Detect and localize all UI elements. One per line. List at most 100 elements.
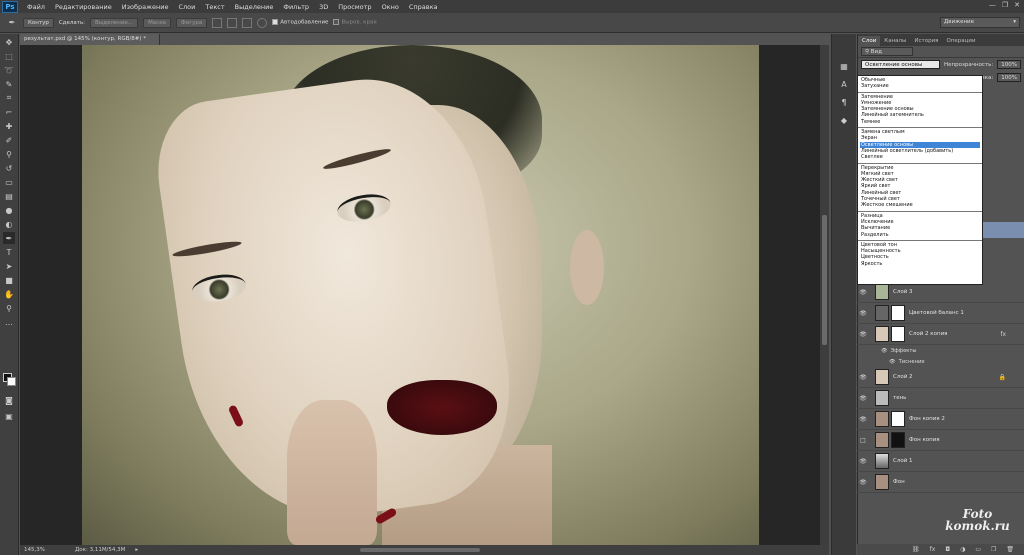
gear-icon[interactable] bbox=[257, 17, 268, 28]
canvas-area[interactable] bbox=[20, 45, 820, 545]
layer-name[interactable]: Слой 2 bbox=[893, 374, 913, 380]
blend-option[interactable]: Затухание bbox=[860, 83, 980, 89]
workspace-select[interactable]: Движение ▾ bbox=[940, 17, 1020, 28]
fx-icon[interactable]: fx bbox=[1000, 331, 1006, 338]
eye-icon[interactable]: 👁 bbox=[881, 348, 888, 354]
layer-name[interactable]: Фон bbox=[893, 479, 905, 485]
gradient-tool-icon[interactable]: ▤ bbox=[3, 190, 15, 202]
pen-tool-icon[interactable]: ✒ bbox=[3, 232, 15, 244]
make-shape-button[interactable]: Фигура bbox=[175, 17, 208, 28]
character-panel-icon[interactable]: A bbox=[838, 78, 850, 90]
document-tab[interactable]: результат.psd @ 145% (контур, RGB/8#) * bbox=[20, 34, 160, 45]
move-tool-icon[interactable]: ✥ bbox=[3, 36, 15, 48]
dodge-tool-icon[interactable]: ◐ bbox=[3, 218, 15, 230]
visibility-eye-icon[interactable]: 👁 bbox=[857, 374, 869, 381]
layer-row[interactable]: 👁 Фон bbox=[857, 472, 1024, 493]
blend-mode-select[interactable]: Осветление основы bbox=[861, 60, 940, 69]
layer-name[interactable]: Цветовой баланс 1 bbox=[909, 310, 964, 316]
fill-input[interactable]: 100% bbox=[997, 73, 1021, 82]
layer-name[interactable]: Слой 2 копия bbox=[909, 331, 947, 337]
crop-tool-icon[interactable]: ⌗ bbox=[3, 92, 15, 104]
layer-filter-select[interactable]: ⚲ Вид bbox=[861, 47, 913, 56]
scroll-thumb[interactable] bbox=[822, 215, 827, 345]
menu-3d[interactable]: 3D bbox=[314, 3, 333, 11]
effect-emboss-row[interactable]: 👁 Тиснение bbox=[857, 356, 1024, 367]
make-mask-button[interactable]: Маска bbox=[143, 17, 171, 28]
layer-name[interactable]: тень bbox=[893, 395, 906, 401]
menu-filter[interactable]: Фильтр bbox=[278, 3, 314, 11]
eraser-tool-icon[interactable]: ▭ bbox=[3, 176, 15, 188]
zoom-level[interactable]: 145,3% bbox=[24, 547, 45, 553]
layer-name[interactable]: Слой 3 bbox=[893, 289, 913, 295]
history-brush-tool-icon[interactable]: ↺ bbox=[3, 162, 15, 174]
blur-tool-icon[interactable]: ● bbox=[3, 204, 15, 216]
eyedropper-tool-icon[interactable]: ⌐ bbox=[3, 106, 15, 118]
horizontal-scroll-thumb[interactable] bbox=[360, 548, 480, 552]
visibility-eye-icon[interactable]: 👁 bbox=[857, 458, 869, 465]
background-color-swatch[interactable] bbox=[7, 377, 16, 386]
effects-row[interactable]: 👁 Эффекты bbox=[857, 345, 1024, 356]
menu-file[interactable]: Файл bbox=[22, 3, 50, 11]
quick-mask-icon[interactable]: ◙ bbox=[3, 394, 15, 406]
visibility-eye-icon[interactable]: 👁 bbox=[857, 331, 869, 338]
layer-row[interactable]: 👁 Слой 3 bbox=[857, 282, 1024, 303]
clone-stamp-tool-icon[interactable]: ⚲ bbox=[3, 148, 15, 160]
layer-row[interactable]: 👁 Слой 2 копия fx bbox=[857, 324, 1024, 345]
status-arrow-icon[interactable]: ▸ bbox=[135, 547, 138, 553]
menu-help[interactable]: Справка bbox=[404, 3, 443, 11]
path-selection-tool-icon[interactable]: ➤ bbox=[3, 260, 15, 272]
swatches-panel-icon[interactable]: ▦ bbox=[838, 60, 850, 72]
hidden-eye-slot[interactable]: □ bbox=[857, 437, 869, 444]
make-selection-button[interactable]: Выделение... bbox=[90, 17, 139, 28]
close-button[interactable]: ✕ bbox=[1014, 1, 1020, 9]
quick-select-tool-icon[interactable]: ✎ bbox=[3, 78, 15, 90]
pen-tool-preset-icon[interactable]: ✒ bbox=[6, 17, 18, 29]
brush-tool-icon[interactable]: ✐ bbox=[3, 134, 15, 146]
blend-option[interactable]: Жесткое смешение bbox=[860, 202, 980, 208]
layer-row[interactable]: 👁 Слой 2 🔒 bbox=[857, 367, 1024, 388]
layer-row[interactable]: 👁 Фон копия 2 bbox=[857, 409, 1024, 430]
hand-tool-icon[interactable]: ✋ bbox=[3, 288, 15, 300]
layer-row[interactable]: □ Фон копия bbox=[857, 430, 1024, 451]
visibility-eye-icon[interactable]: 👁 bbox=[857, 289, 869, 296]
layer-row[interactable]: 👁 тень bbox=[857, 388, 1024, 409]
layer-name[interactable]: Фон копия 2 bbox=[909, 416, 945, 422]
tab-channels[interactable]: Каналы bbox=[880, 36, 910, 46]
layer-row[interactable]: 👁 Слой 1 bbox=[857, 451, 1024, 472]
path-alignment-icon[interactable] bbox=[227, 17, 238, 28]
more-tools-icon[interactable]: … bbox=[3, 316, 15, 328]
menu-view[interactable]: Просмотр bbox=[333, 3, 376, 11]
maximize-button[interactable]: ❐ bbox=[1002, 1, 1008, 9]
menu-window[interactable]: Окно bbox=[377, 3, 404, 11]
menu-type[interactable]: Текст bbox=[200, 3, 229, 11]
menu-layers[interactable]: Слои bbox=[173, 3, 200, 11]
blend-option[interactable]: Темнее bbox=[860, 119, 980, 125]
pen-mode-select[interactable]: Контур bbox=[23, 17, 54, 28]
shape-tool-icon[interactable]: ■ bbox=[3, 274, 15, 286]
autoadd-checkbox[interactable]: Автодобавление bbox=[272, 19, 328, 26]
layer-row[interactable]: 👁 Цветовой баланс 1 bbox=[857, 303, 1024, 324]
align-edges-checkbox[interactable]: Выров. края bbox=[333, 19, 377, 26]
visibility-eye-icon[interactable]: 👁 bbox=[857, 395, 869, 402]
screen-mode-icon[interactable]: ▣ bbox=[3, 410, 15, 422]
path-arrangement-icon[interactable] bbox=[242, 17, 253, 28]
visibility-eye-icon[interactable]: 👁 bbox=[857, 416, 869, 423]
3d-panel-icon[interactable]: ◆ bbox=[838, 114, 850, 126]
menu-select[interactable]: Выделение bbox=[230, 3, 279, 11]
blend-option[interactable]: Светлее bbox=[860, 154, 980, 160]
lasso-tool-icon[interactable]: ➰ bbox=[3, 64, 15, 76]
healing-brush-tool-icon[interactable]: ✚ bbox=[3, 120, 15, 132]
visibility-eye-icon[interactable]: 👁 bbox=[857, 479, 869, 486]
menu-edit[interactable]: Редактирование bbox=[50, 3, 117, 11]
layer-name[interactable]: Слой 1 bbox=[893, 458, 913, 464]
menu-image[interactable]: Изображение bbox=[117, 3, 174, 11]
type-tool-icon[interactable]: T bbox=[3, 246, 15, 258]
visibility-eye-icon[interactable]: 👁 bbox=[857, 310, 869, 317]
minimize-button[interactable]: — bbox=[989, 1, 996, 9]
tab-layers[interactable]: Слои bbox=[858, 36, 881, 46]
link-layers-icon[interactable]: ⛓ bbox=[912, 546, 920, 553]
blend-option[interactable]: Разделить bbox=[860, 232, 980, 238]
layer-name[interactable]: Фон копия bbox=[909, 437, 940, 443]
zoom-tool-icon[interactable]: ⚲ bbox=[3, 302, 15, 314]
path-operations-icon[interactable] bbox=[212, 17, 223, 28]
